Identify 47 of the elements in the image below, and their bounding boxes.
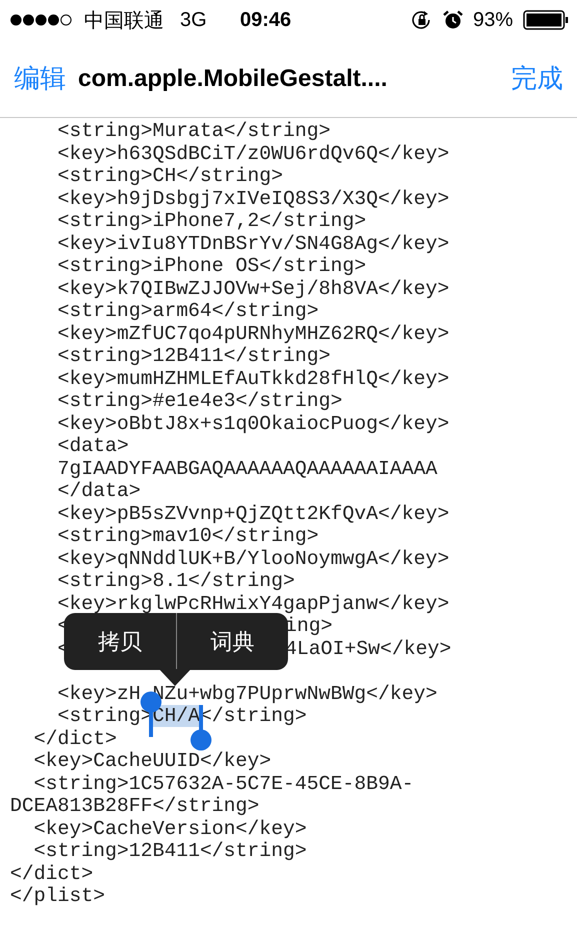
done-button[interactable]: 完成	[511, 61, 563, 96]
alarm-clock-icon	[442, 10, 463, 30]
code-line: <string>8.1</string>	[57, 570, 295, 592]
code-line: <key>mumHZHMLEfAuTkkd28fHlQ</key>	[57, 368, 450, 390]
code-fragment: 4LaOI+Sw</key>	[285, 638, 452, 660]
code-line: <string>mav10</string>	[57, 525, 319, 547]
file-title: com.apple.MobileGestalt....	[77, 64, 388, 92]
code-line: </data>	[57, 480, 141, 502]
code-fragment: NZu+wbg7PUprwNwBWg</key>	[152, 682, 438, 704]
code-line: <key>k7QIBwZJJOVw+Sej/8h8VA</key>	[57, 278, 450, 300]
code-fragment: <key>zH	[57, 682, 141, 704]
code-line: <string>#e1e4e3</string>	[57, 390, 342, 412]
signal-icon	[10, 13, 74, 27]
code-line: <key>oBbtJ8x+s1q0OkaiocPuog</key>	[57, 412, 450, 434]
code-line: <string>iPhone7,2</string>	[57, 210, 366, 232]
code-line: <string>12B411</string>	[57, 345, 331, 367]
code-line: <key>pB5sZVvnp+QjZQtt2KfQvA</key>	[57, 502, 450, 524]
code-line: <key>CacheUUID</key>	[34, 750, 272, 772]
code-line: <string>12B411</string>	[34, 840, 307, 862]
code-line: </plist>	[10, 885, 105, 907]
battery-icon	[523, 9, 569, 31]
rotation-lock-icon	[410, 9, 433, 31]
code-line: <string>Murata</string>	[57, 120, 331, 142]
code-line: <key>qNNddlUK+B/YlooNoymwgA</key>	[57, 548, 450, 570]
carrier-name: 中国联通	[84, 8, 164, 34]
network-type: 3G	[180, 8, 207, 32]
battery-percent: 93%	[472, 8, 513, 32]
code-fragment: <string>	[57, 705, 152, 727]
code-line: <string>1C57632A-5C7E-45CE-8B9A-DCEA813B28FF</string>	[10, 772, 414, 817]
code-line: </dict>	[10, 862, 94, 884]
code-fragment: </string>	[200, 705, 307, 727]
code-line: <key>mZfUC7qo4pURNhyMHZ62RQ</key>	[57, 322, 450, 344]
code-line: <key>ivIu8YTDnBSrYv/SN4G8Ag</key>	[57, 232, 450, 254]
code-line: <key>h9jDsbgj7xIVeIQ8S3/X3Q</key>	[57, 188, 450, 210]
edit-button[interactable]: 编辑	[14, 61, 66, 96]
menu-item[interactable]: 词典	[176, 613, 288, 670]
code-line: <string>CH</string>	[57, 165, 284, 187]
menu-item[interactable]: 拷贝	[64, 613, 176, 670]
code-line: 7gIAADYFAABGAQAAAAAAQAAAAAAIAAAA	[57, 458, 438, 480]
code-line: <string>iPhone OS</string>	[57, 255, 366, 277]
code-line: <key>CacheVersion</key>	[34, 818, 307, 840]
code-line: <data>	[57, 435, 129, 457]
code-line: </dict>	[34, 728, 117, 750]
code-line: <key>h63QSdBCiT/z0WU6rdQv6Q</key>	[57, 142, 450, 164]
code-line: <string>arm64</string>	[57, 300, 319, 322]
clock-time: 09:46	[240, 8, 292, 32]
code-line: <key>rkglwPcRHwixY4gapPjanw</key>	[57, 592, 450, 614]
